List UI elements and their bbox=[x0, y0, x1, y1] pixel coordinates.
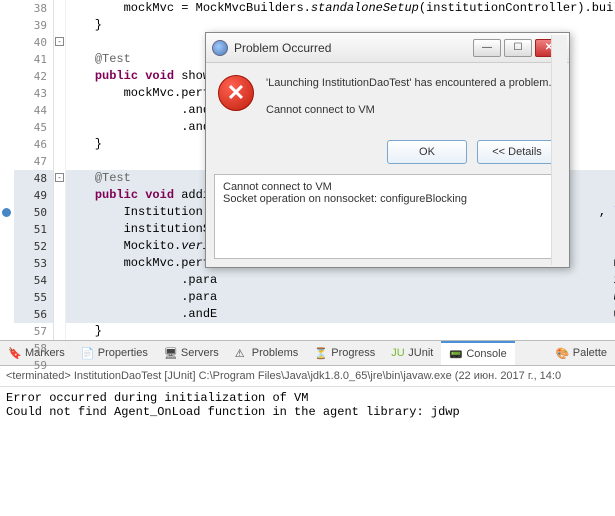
code-line[interactable]: .para us(). bbox=[66, 289, 615, 306]
line-number: 52 bbox=[14, 238, 53, 255]
code-line[interactable]: } bbox=[66, 323, 615, 340]
line-number: 42 bbox=[14, 68, 53, 85]
line-number: 43 bbox=[14, 85, 53, 102]
views-tabbar[interactable]: 🔖Markers 📄Properties 🖥Servers ⚠Problems … bbox=[0, 340, 615, 366]
ok-button[interactable]: OK bbox=[387, 140, 467, 164]
progress-icon: ⏳ bbox=[314, 347, 327, 360]
console-output[interactable]: Error occurred during initialization of … bbox=[0, 387, 615, 423]
line-number: 41 bbox=[14, 51, 53, 68]
line-number: 46 bbox=[14, 136, 53, 153]
error-dialog: Problem Occurred — ☐ ✕ ✕ 'Launching Inst… bbox=[205, 32, 570, 268]
fold-toggle[interactable]: - bbox=[55, 173, 64, 182]
console-header: <terminated> InstitutionDaoTest [JUnit] … bbox=[0, 366, 615, 387]
line-number: 57 bbox=[14, 323, 53, 340]
line-number: 54 bbox=[14, 272, 53, 289]
error-icon: ✕ bbox=[218, 75, 254, 111]
palette-icon: 🎨 bbox=[556, 347, 569, 360]
console-line: Error occurred during initialization of … bbox=[6, 391, 609, 405]
servers-icon: 🖥 bbox=[164, 347, 177, 360]
line-number: 47 bbox=[14, 153, 53, 170]
line-number: 50 bbox=[14, 204, 53, 221]
line-number: 44 bbox=[14, 102, 53, 119]
line-number: 51 bbox=[14, 221, 53, 238]
dialog-title: Problem Occurred bbox=[234, 41, 467, 55]
tab-problems[interactable]: ⚠ Problems bbox=[227, 341, 306, 365]
line-number: 40 bbox=[14, 34, 53, 51]
tab-label: Problems bbox=[252, 347, 298, 359]
maximize-button[interactable]: ☐ bbox=[504, 39, 532, 57]
line-number: 38 bbox=[14, 0, 53, 17]
line-number: 39 bbox=[14, 17, 53, 34]
details-button[interactable]: << Details bbox=[477, 140, 557, 164]
tab-label: Properties bbox=[98, 347, 148, 359]
details-panel[interactable]: Cannot connect to VM Socket operation on… bbox=[214, 174, 561, 259]
tab-junit[interactable]: JU JUnit bbox=[383, 341, 441, 365]
line-number: 58 bbox=[14, 340, 53, 357]
line-number: 56 bbox=[14, 306, 53, 323]
tab-servers[interactable]: 🖥 Servers bbox=[156, 341, 227, 365]
tab-label: Palette bbox=[573, 347, 607, 359]
code-line[interactable]: .andE uteEx bbox=[66, 306, 615, 323]
tab-label: Console bbox=[466, 348, 506, 360]
tab-progress[interactable]: ⏳ Progress bbox=[306, 341, 383, 365]
breakpoint-marker[interactable] bbox=[2, 208, 11, 217]
details-scrollbar[interactable] bbox=[551, 174, 561, 259]
line-number: 48 bbox=[14, 170, 53, 187]
junit-icon: JU bbox=[391, 347, 404, 360]
error-text-primary: 'Launching InstitutionDaoTest' has encou… bbox=[266, 75, 557, 92]
detail-line: Socket operation on nonsocket: configure… bbox=[223, 193, 552, 205]
dialog-message: 'Launching InstitutionDaoTest' has encou… bbox=[266, 75, 557, 128]
tab-label: Progress bbox=[331, 347, 375, 359]
dialog-titlebar[interactable]: Problem Occurred — ☐ ✕ bbox=[206, 33, 569, 63]
minimize-button[interactable]: — bbox=[473, 39, 501, 57]
code-line[interactable]: mockMvc = MockMvcBuilders.standaloneSetu… bbox=[66, 0, 615, 17]
problems-icon: ⚠ bbox=[235, 347, 248, 360]
tab-console[interactable]: 📟 Console bbox=[441, 341, 514, 365]
line-number: 45 bbox=[14, 119, 53, 136]
tab-label: JUnit bbox=[408, 347, 433, 359]
line-number: 53 bbox=[14, 255, 53, 272]
line-number-gutter: 3839404142434445464748495051525354555657… bbox=[14, 0, 54, 340]
detail-line: Cannot connect to VM bbox=[223, 181, 552, 193]
error-text-secondary: Cannot connect to VM bbox=[266, 102, 557, 119]
breakpoint-strip[interactable] bbox=[0, 0, 14, 340]
eclipse-icon bbox=[212, 40, 228, 56]
fold-toggle[interactable]: - bbox=[55, 37, 64, 46]
line-number: 55 bbox=[14, 289, 53, 306]
line-number: 59 bbox=[14, 357, 53, 374]
fold-strip[interactable]: -- bbox=[54, 0, 66, 340]
tab-properties[interactable]: 📄 Properties bbox=[73, 341, 156, 365]
line-number: 49 bbox=[14, 187, 53, 204]
properties-icon: 📄 bbox=[81, 347, 94, 360]
code-line[interactable]: .para insti bbox=[66, 272, 615, 289]
tab-palette[interactable]: 🎨 Palette bbox=[548, 341, 615, 365]
tab-label: Servers bbox=[181, 347, 219, 359]
console-icon: 📟 bbox=[449, 348, 462, 361]
console-line: Could not find Agent_OnLoad function in … bbox=[6, 405, 609, 419]
